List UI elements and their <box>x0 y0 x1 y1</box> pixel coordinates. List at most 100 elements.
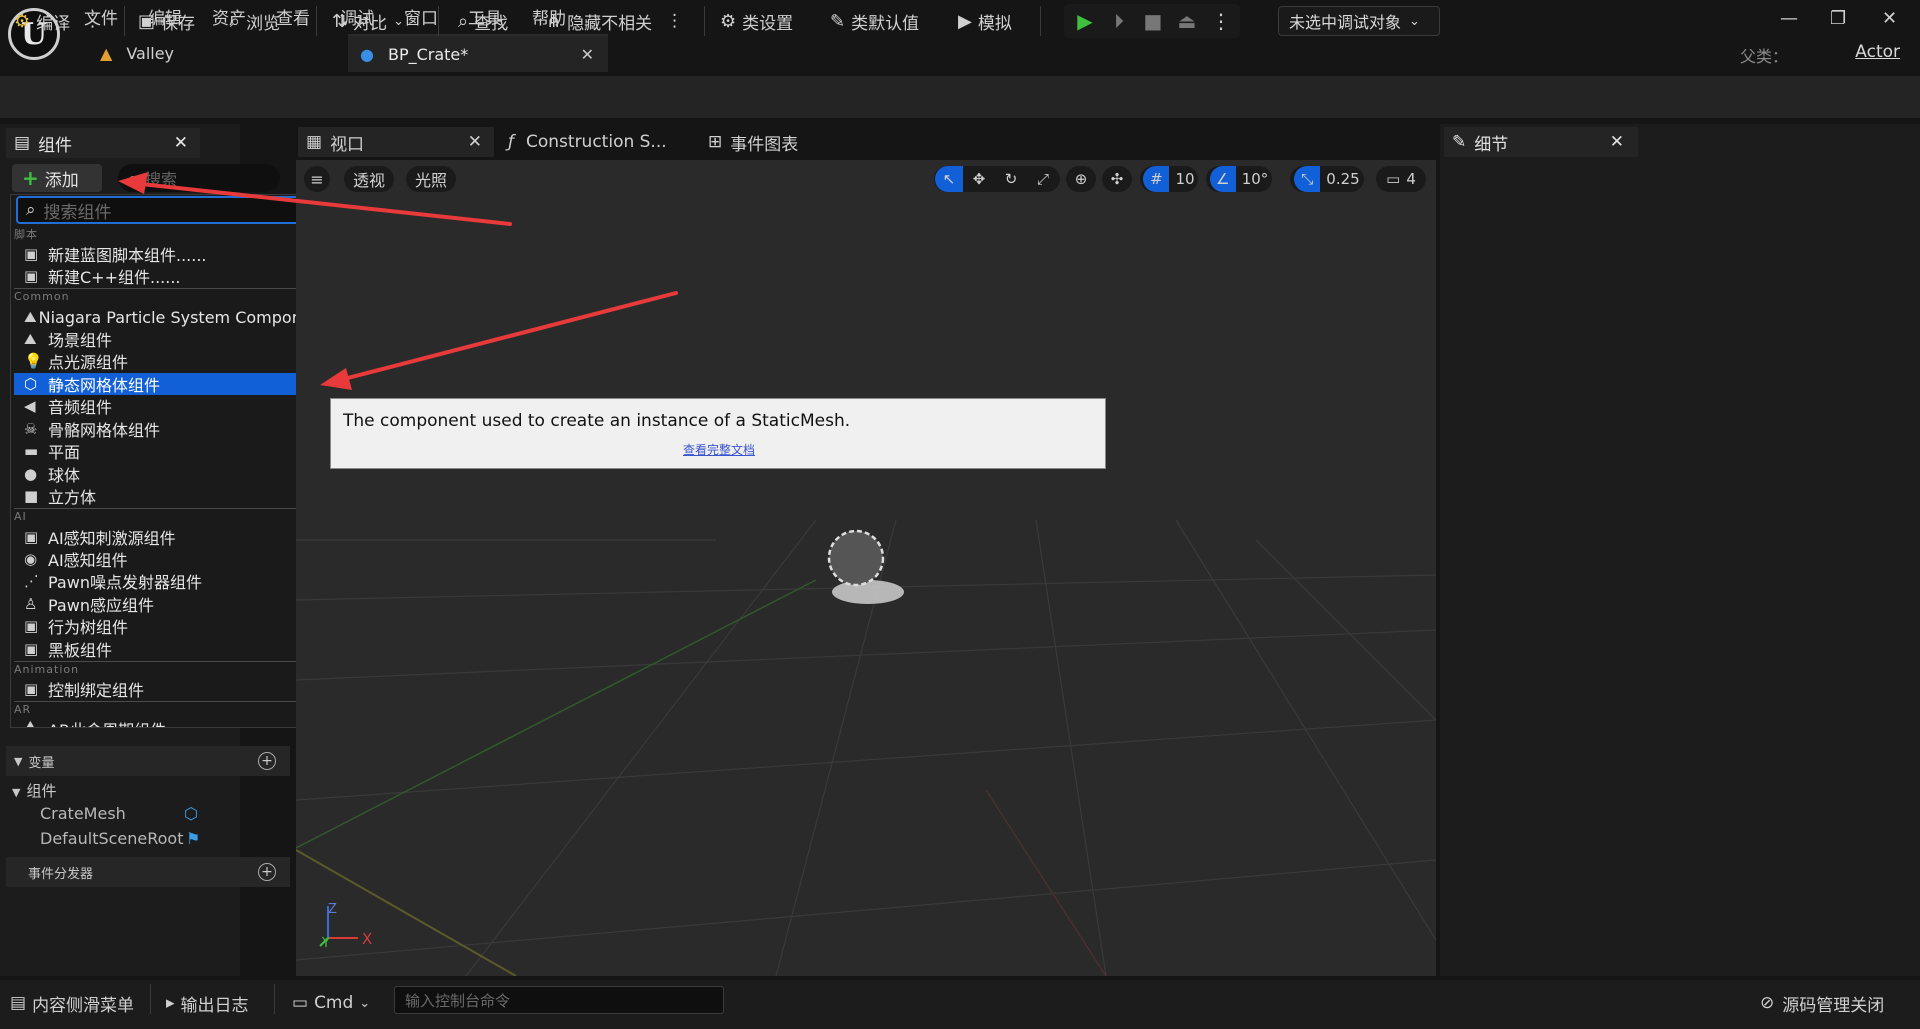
find-button[interactable]: ⌕ 查找 <box>458 4 508 38</box>
world-local-icon[interactable]: ⊕ <box>1066 166 1096 192</box>
list-item[interactable]: ◉ AI感知组件 <box>14 548 306 570</box>
list-item-selected[interactable]: ⬡ 静态网格体组件 <box>14 373 306 395</box>
viewport-menu-icon[interactable]: ≡ <box>304 166 330 192</box>
tab-event-graph[interactable]: ⊞ 事件图表 <box>708 127 868 157</box>
simulate-label: 模拟 <box>977 13 1012 34</box>
terminal-icon: ▸ <box>166 993 175 1013</box>
console-icon: ▭ <box>292 993 309 1013</box>
cmd-select[interactable]: ▭ Cmd ⌄ <box>292 988 370 1018</box>
event-dispatchers-section[interactable]: 事件分发器 + <box>6 857 290 887</box>
rotation-snap-toggle[interactable]: ∠ 10° <box>1206 166 1272 192</box>
add-component-button[interactable]: + 添加 <box>12 164 102 192</box>
add-variable-icon[interactable]: + <box>258 752 276 770</box>
more-icon[interactable]: ⋮ <box>666 11 683 31</box>
save-button[interactable]: ▣ 保存 <box>138 4 195 38</box>
tab-label: 细节 <box>1474 134 1509 155</box>
divider <box>14 508 306 509</box>
tab-details[interactable]: ✎ 细节 ✕ <box>1444 127 1638 157</box>
list-item[interactable]: ▣ 黑板组件 <box>14 638 306 660</box>
console-input[interactable]: 输入控制台命令 <box>394 986 724 1014</box>
variables-section[interactable]: ▼ 变量 + <box>6 746 290 776</box>
component-search-input[interactable]: ⌕ 搜索 <box>118 164 280 192</box>
close-icon[interactable]: ✕ <box>174 133 188 153</box>
class-settings-button[interactable]: ⚙ 类设置 <box>720 4 793 38</box>
compile-button[interactable]: ⚙ 编译 ⋮ <box>14 4 101 38</box>
list-item[interactable]: ▣ 行为树组件 <box>14 615 306 637</box>
play-icon[interactable]: ▶ <box>1068 4 1102 38</box>
list-item[interactable]: 💡 点光源组件 <box>14 350 306 372</box>
list-item[interactable]: ▣ 新建蓝图脚本组件...... <box>14 243 306 265</box>
hide-unrelated-label: 隐藏不相关 <box>567 13 653 34</box>
list-item[interactable]: ■ 立方体 <box>14 485 306 507</box>
hide-unrelated-button[interactable]: ⋔ 隐藏不相关 ⋮ <box>546 4 683 38</box>
scale-snap-icon: ⤡ <box>1294 166 1321 192</box>
debug-object-select[interactable]: 未选中调试对象 ⌄ <box>1278 6 1440 36</box>
list-item[interactable]: ◀ 音频组件 <box>14 395 306 417</box>
perspective-button[interactable]: 透视 <box>344 166 394 192</box>
add-dispatcher-icon[interactable]: + <box>258 863 276 881</box>
lighting-button[interactable]: 光照 <box>406 166 456 192</box>
browse-button[interactable]: ⌕ 浏览 <box>230 4 280 38</box>
output-log-button[interactable]: ▸ 输出日志 <box>166 988 249 1018</box>
list-item[interactable]: ▣ 新建C++组件...... <box>14 265 306 287</box>
close-icon[interactable]: ✕ <box>468 132 482 152</box>
tree-item-defaultsceneroot[interactable]: DefaultSceneRoot <box>40 829 184 848</box>
scene-icon: ⛰ <box>24 308 37 326</box>
scale-snap-toggle[interactable]: ⤡ 0.25 <box>1290 166 1364 192</box>
tab-bp-crate[interactable]: ● BP_Crate* ✕ <box>348 34 608 72</box>
restore-icon[interactable]: ❐ <box>1830 8 1846 29</box>
menu-view[interactable]: 查看 <box>276 4 310 29</box>
diff-button[interactable]: ⇅ 对比 ⌄ <box>332 4 404 38</box>
camera-speed-button[interactable]: ▭ 4 <box>1376 166 1426 192</box>
step-icon[interactable]: ⏵ <box>1102 4 1136 38</box>
tooltip-docs-link[interactable]: 查看完整文档 <box>331 441 1107 458</box>
list-item[interactable]: ▣ 控制绑定组件 <box>14 678 306 700</box>
grid-snap-toggle[interactable]: # 10 <box>1140 166 1198 192</box>
axis-z-label: Z <box>328 902 337 917</box>
tree-item-cratemesh[interactable]: CrateMesh <box>40 804 126 823</box>
simulate-button[interactable]: ▶ 模拟 <box>958 4 1012 38</box>
close-icon[interactable]: ✕ <box>581 45 594 64</box>
list-item[interactable]: ☠ 骨骼网格体组件 <box>14 418 306 440</box>
stop-icon[interactable]: ■ <box>1136 4 1170 38</box>
search-placeholder: 搜索组件 <box>43 202 112 223</box>
play-controls: ▶ ⏵ ■ ⏏ ⋮ <box>1064 4 1240 38</box>
class-defaults-button[interactable]: ✎ 类默认值 <box>830 4 919 38</box>
list-item[interactable]: ▣ AI感知刺激源组件 <box>14 526 306 548</box>
scale-icon[interactable]: ⤢ <box>1027 170 1059 188</box>
tab-construction-script[interactable]: ƒ Construction S... <box>508 127 698 157</box>
tab-components[interactable]: ▤ 组件 ✕ <box>6 128 200 158</box>
tab-label: Construction S... <box>526 132 667 152</box>
components-group[interactable]: ▼ 组件 <box>12 780 56 801</box>
popup-search-input[interactable]: ⌕ 搜索组件 <box>16 196 322 224</box>
list-item[interactable]: ● 球体 <box>14 463 306 485</box>
list-item[interactable]: ⛰ AR此命周期组件 <box>14 717 306 727</box>
select-icon[interactable]: ↖ <box>935 166 963 192</box>
compile-label: 编译 <box>36 13 71 34</box>
tab-viewport[interactable]: ▦ 视口 ✕ <box>298 127 494 157</box>
list-item[interactable]: ⋰ Pawn噪点发射器组件 <box>14 570 306 592</box>
source-control-button[interactable]: ⊘ 源码管理关闭 <box>1760 988 1884 1018</box>
section-label: 事件分发器 <box>28 866 94 882</box>
move-icon[interactable]: ✥ <box>963 170 995 188</box>
viewport[interactable] <box>296 160 1436 976</box>
class-icon: ▣ <box>24 245 39 263</box>
menu-window[interactable]: 窗口 <box>404 4 438 29</box>
toolbar-divider <box>316 6 317 36</box>
list-item[interactable]: ⛰ 场景组件 <box>14 328 306 350</box>
more-icon[interactable]: ⋮ <box>1204 4 1238 38</box>
eject-icon[interactable]: ⏏ <box>1170 4 1204 38</box>
parent-class-link[interactable]: Actor <box>1855 42 1900 62</box>
surface-snap-icon[interactable]: ✣ <box>1102 166 1132 192</box>
close-icon[interactable]: ✕ <box>1610 132 1624 152</box>
more-icon[interactable]: ⋮ <box>84 11 101 31</box>
list-item[interactable]: ♙ Pawn感应组件 <box>14 593 306 615</box>
list-item[interactable]: ⛰ Niagara Particle System Component <box>14 306 306 328</box>
list-item[interactable]: ▬ 平面 <box>14 440 306 462</box>
minimize-icon[interactable]: — <box>1780 8 1798 29</box>
tab-valley[interactable]: ▲ Valley <box>88 34 338 72</box>
rotate-icon[interactable]: ↻ <box>995 170 1027 188</box>
content-drawer-button[interactable]: ▤ 内容侧滑菜单 <box>10 988 134 1018</box>
close-window-icon[interactable]: ✕ <box>1882 8 1897 29</box>
status-bar <box>0 980 1920 1029</box>
